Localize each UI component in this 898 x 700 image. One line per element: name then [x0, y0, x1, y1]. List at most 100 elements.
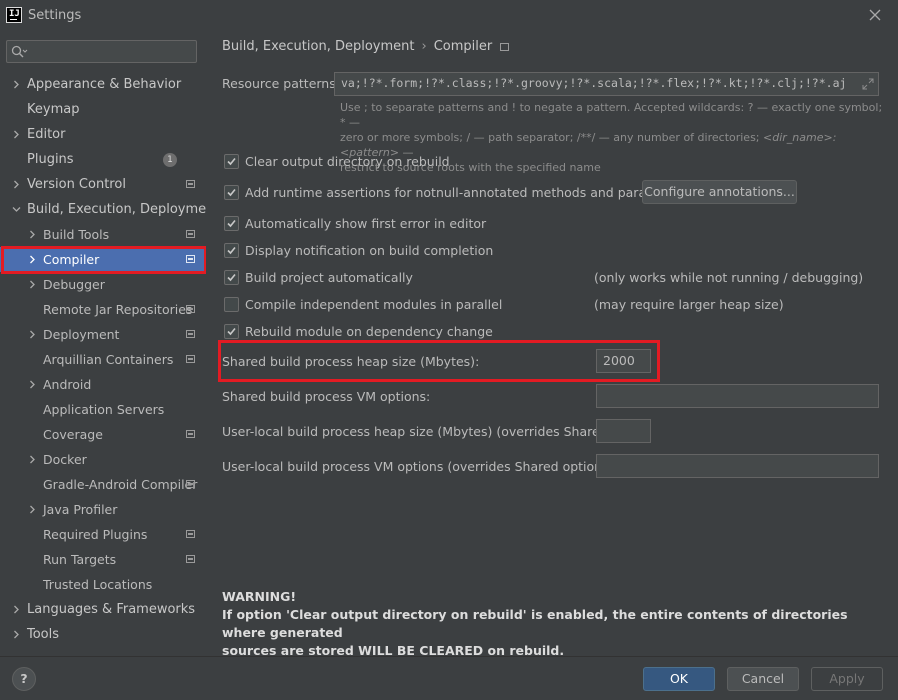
dialog-footer: ? OK Cancel Apply	[0, 656, 898, 700]
warning-line-1: If option 'Clear output directory on reb…	[222, 607, 848, 640]
vm-options-input[interactable]	[596, 384, 879, 408]
project-scope-icon	[500, 43, 510, 51]
sidebar-item-deployment[interactable]: Deployment	[0, 322, 206, 347]
sidebar-item-coverage[interactable]: Coverage	[0, 422, 206, 447]
heap-size-value: 2000	[603, 353, 635, 368]
chevron-right-icon[interactable]	[28, 330, 37, 339]
sidebar-item-version-control[interactable]: Version Control	[0, 172, 206, 197]
warning-title: WARNING!	[222, 589, 297, 604]
sidebar-item-keymap[interactable]: Keymap	[0, 97, 206, 122]
sidebar-item-build-execution-deployment[interactable]: Build, Execution, Deployment	[0, 197, 219, 222]
sidebar-item-run-targets[interactable]: Run Targets	[0, 547, 206, 572]
search-input[interactable]	[6, 40, 197, 63]
local-vm-options-label: User-local build process VM options (ove…	[222, 459, 618, 474]
breadcrumb-parent[interactable]: Build, Execution, Deployment	[222, 39, 414, 54]
sidebar-item-label: Version Control	[27, 177, 126, 192]
configure-annotations-button[interactable]: Configure annotations...	[642, 180, 797, 204]
warning-message: WARNING! If option 'Clear output directo…	[222, 588, 882, 660]
sidebar-item-label: Remote Jar Repositories	[43, 302, 193, 317]
project-scope-icon	[186, 255, 195, 263]
chevron-down-icon[interactable]	[12, 205, 21, 214]
vm-options-label: Shared build process VM options:	[222, 389, 431, 404]
title-bar: IJ Settings	[0, 0, 898, 32]
project-scope-icon	[186, 480, 195, 488]
sidebar-item-editor[interactable]: Editor	[0, 122, 206, 147]
chevron-right-icon[interactable]	[28, 230, 37, 239]
local-heap-input[interactable]	[596, 419, 651, 443]
checkbox-clear-output[interactable]	[224, 154, 239, 169]
help-button[interactable]: ?	[12, 667, 36, 691]
heap-size-label: Shared build process heap size (Mbytes):	[222, 354, 480, 369]
sidebar-item-label: Keymap	[27, 102, 80, 117]
sidebar-item-trusted-locations[interactable]: Trusted Locations	[0, 572, 206, 597]
update-count-badge: 1	[163, 153, 177, 167]
sidebar-item-android[interactable]: Android	[0, 372, 206, 397]
checkmark-icon	[227, 188, 236, 197]
expand-icon[interactable]	[862, 78, 874, 90]
sidebar-item-compiler[interactable]: Compiler	[0, 247, 206, 272]
sidebar-item-label: Build Tools	[43, 227, 110, 242]
project-scope-icon	[186, 180, 195, 188]
sidebar-item-plugins[interactable]: Plugins 1	[0, 147, 206, 172]
sidebar-item-arquillian-containers[interactable]: Arquillian Containers	[0, 347, 206, 372]
sidebar-item-languages-frameworks[interactable]: Languages & Frameworks	[0, 597, 206, 622]
close-icon[interactable]	[864, 4, 886, 26]
chevron-right-icon[interactable]	[12, 605, 21, 614]
resource-patterns-value: va;!?*.form;!?*.class;!?*.groovy;!?*.sca…	[341, 76, 847, 90]
apply-button[interactable]: Apply	[811, 667, 883, 691]
project-scope-icon	[186, 355, 195, 363]
chevron-right-icon[interactable]	[12, 630, 21, 639]
breadcrumb: Build, Execution, Deployment › Compiler	[222, 39, 510, 54]
cancel-button[interactable]: Cancel	[727, 667, 799, 691]
parallel-note: (may require larger heap size)	[594, 297, 784, 312]
checkbox-build-automatically[interactable]	[224, 270, 239, 285]
sidebar-item-debugger[interactable]: Debugger	[0, 272, 206, 297]
local-vm-options-input[interactable]	[596, 454, 879, 478]
sidebar-item-label: Languages & Frameworks	[27, 602, 196, 617]
sidebar-item-label: Editor	[27, 127, 66, 142]
sidebar-item-label: Android	[43, 377, 92, 392]
sidebar-item-label: Tools	[27, 627, 60, 642]
sidebar-item-appearance-behavior[interactable]: Appearance & Behavior	[0, 72, 206, 97]
sidebar-item-docker[interactable]: Docker	[0, 447, 206, 472]
project-scope-icon	[186, 305, 195, 313]
checkbox-build-notification[interactable]	[224, 243, 239, 258]
sidebar-item-remote-jar-repositories[interactable]: Remote Jar Repositories	[0, 297, 206, 322]
build-automatically-note: (only works while not running / debuggin…	[594, 270, 864, 285]
sidebar-item-build-tools[interactable]: Build Tools	[0, 222, 206, 247]
sidebar-item-label: Debugger	[43, 277, 105, 292]
sidebar-item-gradle-android-compiler[interactable]: Gradle-Android Compiler	[0, 472, 206, 497]
chevron-right-icon[interactable]	[12, 180, 21, 189]
ok-button[interactable]: OK	[643, 667, 715, 691]
window-title: Settings	[28, 8, 82, 23]
sidebar-item-tools[interactable]: Tools	[0, 622, 206, 647]
checkmark-icon	[227, 327, 236, 336]
chevron-right-icon[interactable]	[28, 380, 37, 389]
sidebar-item-label: Trusted Locations	[43, 577, 153, 592]
resource-patterns-input[interactable]: va;!?*.form;!?*.class;!?*.groovy;!?*.sca…	[334, 72, 879, 96]
checkmark-icon	[227, 246, 236, 255]
chevron-right-icon[interactable]	[28, 255, 37, 264]
sidebar-item-label: Application Servers	[43, 402, 165, 417]
heap-size-input[interactable]: 2000	[596, 349, 651, 373]
chevron-right-icon[interactable]	[12, 80, 21, 89]
sidebar-item-label: Appearance & Behavior	[27, 77, 182, 92]
checkbox-show-first-error[interactable]	[224, 216, 239, 231]
checkbox-runtime-assertions[interactable]	[224, 185, 239, 200]
sidebar-item-label: Arquillian Containers	[43, 352, 174, 367]
sidebar-item-java-profiler[interactable]: Java Profiler	[0, 497, 206, 522]
local-heap-label: User-local build process heap size (Mbyt…	[222, 424, 645, 439]
checkbox-rebuild-module[interactable]	[224, 324, 239, 339]
breadcrumb-current: Compiler	[433, 39, 493, 54]
chevron-right-icon[interactable]	[12, 130, 21, 139]
chevron-right-icon[interactable]	[28, 280, 37, 289]
sidebar-item-label: Docker	[43, 452, 87, 467]
sidebar-item-required-plugins[interactable]: Required Plugins	[0, 522, 206, 547]
sidebar-item-label: Required Plugins	[43, 527, 148, 542]
checkbox-parallel[interactable]	[224, 297, 239, 312]
sidebar-item-application-servers[interactable]: Application Servers	[0, 397, 206, 422]
chevron-right-icon[interactable]	[28, 505, 37, 514]
checkmark-icon	[227, 273, 236, 282]
chevron-right-icon[interactable]	[28, 455, 37, 464]
project-scope-icon	[186, 555, 195, 563]
